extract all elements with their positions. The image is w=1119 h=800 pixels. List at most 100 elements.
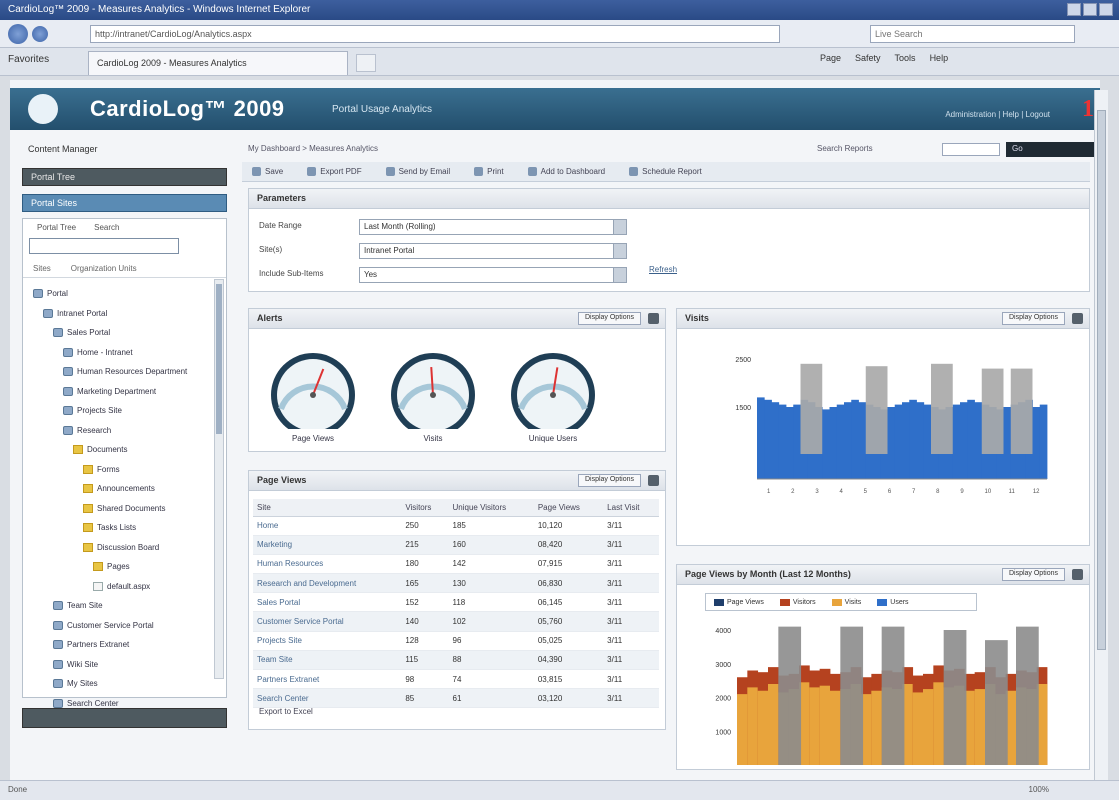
browser-tab-active[interactable]: CardioLog 2009 - Measures Analytics xyxy=(88,51,348,75)
tree-item-label: Projects Site xyxy=(77,406,122,416)
site-name-cell[interactable]: Sales Portal xyxy=(253,592,402,613)
site-name-cell[interactable]: Search Center xyxy=(253,688,402,709)
subtab-sites[interactable]: Sites xyxy=(33,264,51,273)
alerts-close-icon[interactable] xyxy=(648,313,659,324)
table-row[interactable]: Home 250 185 10,120 3/11 xyxy=(253,516,659,536)
tree-item[interactable]: Tasks Lists xyxy=(27,518,226,538)
close-window-button[interactable] xyxy=(1099,3,1113,16)
tree-item[interactable]: default.aspx xyxy=(27,577,226,597)
table-row[interactable]: Search Center 85 61 03,120 3/11 xyxy=(253,688,659,709)
tree-item[interactable]: Forms xyxy=(27,460,226,480)
header-links[interactable]: Administration | Help | Logout xyxy=(945,110,1050,119)
toolbar-print-button[interactable]: Print xyxy=(474,166,504,177)
site-name-cell[interactable]: Marketing xyxy=(253,535,402,555)
tab-search[interactable]: Search xyxy=(94,223,119,232)
new-tab-button[interactable] xyxy=(356,54,376,72)
site-name-cell[interactable]: Research and Development xyxy=(253,573,402,594)
param-label-sub-items: Include Sub-Items xyxy=(259,269,324,278)
tree-item[interactable]: Discussion Board xyxy=(27,538,226,558)
date-range-select[interactable]: Last Month (Rolling) xyxy=(359,219,627,235)
sidebar-band-tree[interactable]: Portal Tree xyxy=(22,168,227,186)
pageviews-options-button[interactable]: Display Options xyxy=(1001,568,1065,581)
command-help[interactable]: Help xyxy=(930,53,949,63)
tree-item[interactable]: Customer Service Portal xyxy=(27,616,226,636)
table-row[interactable]: Partners Extranet 98 74 03,815 3/11 xyxy=(253,669,659,690)
command-page[interactable]: Page xyxy=(820,53,841,63)
subtab-org-units[interactable]: Organization Units xyxy=(71,264,137,273)
site-name-cell[interactable]: Human Resources xyxy=(253,554,402,575)
sub-items-select[interactable]: Yes xyxy=(359,267,627,283)
tree-item[interactable]: Sales Portal xyxy=(27,323,226,343)
report-search-input[interactable] xyxy=(942,143,1000,156)
pageviews-close-icon[interactable] xyxy=(1072,569,1083,580)
visits-options-button[interactable]: Display Options xyxy=(1001,312,1065,325)
alerts-options-button[interactable]: Display Options xyxy=(577,312,641,325)
browser-search-input[interactable] xyxy=(870,25,1075,43)
tree-item[interactable]: Pages xyxy=(27,557,226,577)
zoom-level[interactable]: 100% xyxy=(1029,785,1049,794)
table-row[interactable]: Human Resources 180 142 07,915 3/11 xyxy=(253,554,659,575)
column-header[interactable]: Visitors xyxy=(401,499,449,517)
sites-select[interactable]: Intranet Portal xyxy=(359,243,627,259)
tree-item[interactable]: Human Resources Department xyxy=(27,362,226,382)
sidebar-scroll-thumb[interactable] xyxy=(216,284,222,434)
sidebar-scrollbar[interactable] xyxy=(214,279,224,679)
tree-item[interactable]: Search Center xyxy=(27,694,226,714)
page-scrollbar[interactable] xyxy=(1094,90,1108,780)
tree-item[interactable]: Research xyxy=(27,421,226,441)
sidebar-band-selected[interactable]: Portal Sites xyxy=(22,194,227,212)
column-header[interactable]: Last Visit xyxy=(603,499,659,517)
export-excel-link[interactable]: Export to Excel xyxy=(259,707,313,716)
tree-item[interactable]: Wiki Site xyxy=(27,655,226,675)
tree-item[interactable]: Marketing Department xyxy=(27,382,226,402)
site-name-cell[interactable]: Team Site xyxy=(253,650,402,671)
tree-item[interactable]: Partners Extranet xyxy=(27,635,226,655)
minimize-button[interactable] xyxy=(1067,3,1081,16)
refresh-link[interactable]: Refresh xyxy=(649,265,677,274)
table-row[interactable]: Research and Development 165 130 06,830 3/11 xyxy=(253,573,659,594)
visits-close-icon[interactable] xyxy=(1072,313,1083,324)
table-row[interactable]: Sales Portal 152 118 06,145 3/11 xyxy=(253,592,659,613)
toolbar-save-button[interactable]: Save xyxy=(252,166,283,177)
back-button[interactable] xyxy=(8,24,28,44)
tree-item[interactable]: Announcements xyxy=(27,479,226,499)
forward-button[interactable] xyxy=(32,26,48,42)
toolbar-send-by-email-button[interactable]: Send by Email xyxy=(385,166,450,177)
table-row[interactable]: Marketing 215 160 08,420 3/11 xyxy=(253,535,659,555)
site-icon xyxy=(53,659,63,669)
tree-item[interactable]: Team Site xyxy=(27,596,226,616)
command-tools[interactable]: Tools xyxy=(895,53,916,63)
tree-item[interactable]: My Sites xyxy=(27,674,226,694)
toolbar-add-to-dashboard-button[interactable]: Add to Dashboard xyxy=(527,166,605,177)
table-row[interactable]: Projects Site 128 96 05,025 3/11 xyxy=(253,631,659,651)
toolbar-export-pdf-button[interactable]: Export PDF xyxy=(307,166,362,177)
maximize-button[interactable] xyxy=(1083,3,1097,16)
measures-close-icon[interactable] xyxy=(648,475,659,486)
tree-item[interactable]: Intranet Portal xyxy=(27,304,226,324)
tree-item-label: Tasks Lists xyxy=(97,523,137,533)
tree-item[interactable]: Home - Intranet xyxy=(27,343,226,363)
tree-item[interactable]: Portal xyxy=(27,284,226,304)
column-header[interactable]: Unique Visitors xyxy=(448,499,534,517)
measures-options-button[interactable]: Display Options xyxy=(577,474,641,487)
go-button[interactable]: Go xyxy=(1006,142,1102,157)
tree-item[interactable]: Documents xyxy=(27,440,226,460)
site-name-cell[interactable]: Partners Extranet xyxy=(253,669,402,690)
breadcrumb[interactable]: My Dashboard > Measures Analytics xyxy=(248,144,378,153)
favorites-button[interactable]: Favorites xyxy=(8,54,49,65)
table-row[interactable]: Team Site 115 88 04,390 3/11 xyxy=(253,650,659,671)
column-header[interactable]: Site xyxy=(253,499,402,517)
url-input[interactable] xyxy=(90,25,780,43)
tree-item[interactable]: Shared Documents xyxy=(27,499,226,519)
column-header[interactable]: Page Views xyxy=(533,499,604,517)
sidebar-search-input[interactable] xyxy=(29,238,179,254)
toolbar-schedule-report-button[interactable]: Schedule Report xyxy=(629,166,702,177)
site-name-cell[interactable]: Customer Service Portal xyxy=(253,611,402,632)
tab-portal-tree[interactable]: Portal Tree xyxy=(37,223,76,232)
site-name-cell[interactable]: Projects Site xyxy=(253,631,402,651)
tree-item[interactable]: Projects Site xyxy=(27,401,226,421)
page-scroll-thumb[interactable] xyxy=(1097,110,1106,650)
table-row[interactable]: Customer Service Portal 140 102 05,760 3/11 xyxy=(253,611,659,632)
site-name-cell[interactable]: Home xyxy=(253,516,402,536)
command-safety[interactable]: Safety xyxy=(855,53,881,63)
